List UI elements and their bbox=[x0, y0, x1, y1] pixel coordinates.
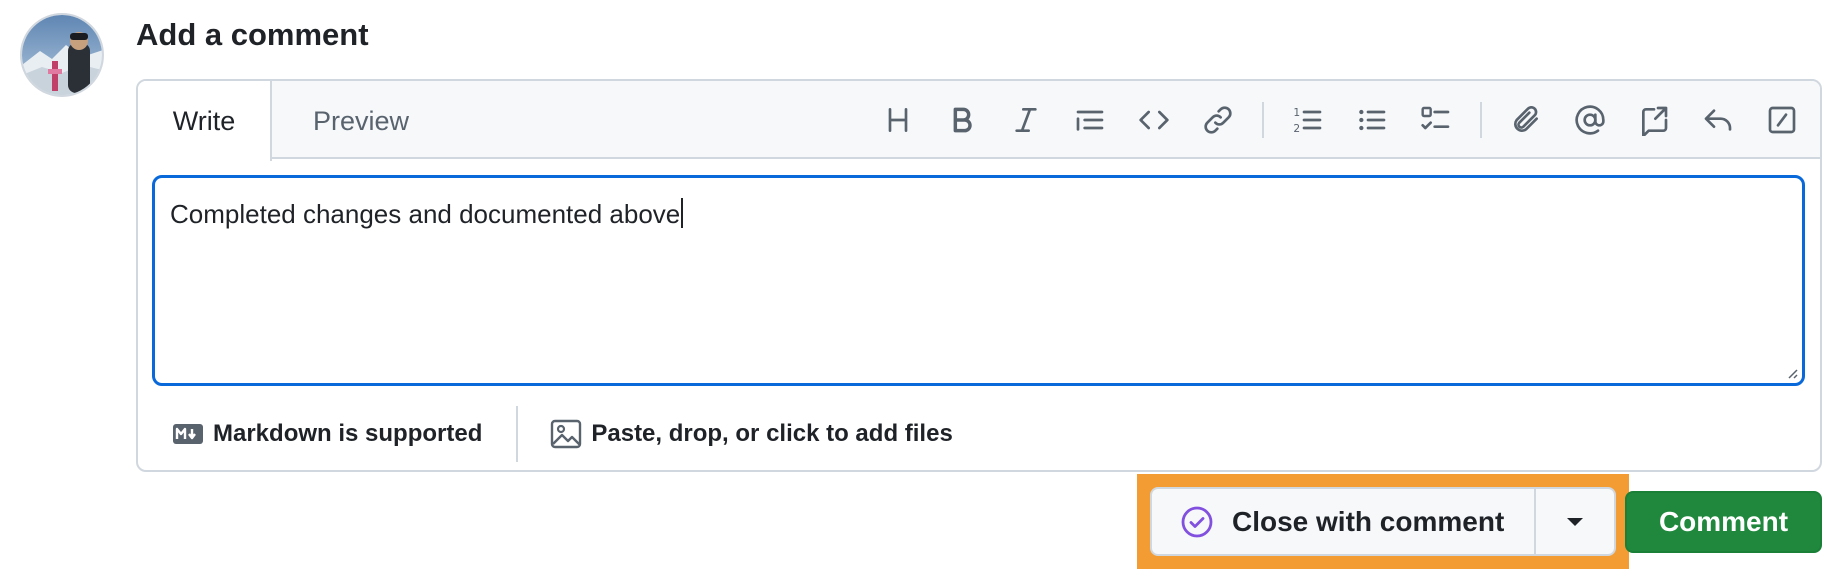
heading-icon bbox=[888, 108, 908, 132]
cross-reference-icon bbox=[1642, 106, 1668, 136]
footer-divider bbox=[516, 406, 519, 462]
attach-files-area[interactable]: Paste, drop, or click to add files bbox=[550, 419, 953, 449]
numbered-list-button[interactable]: 12 bbox=[1276, 81, 1340, 159]
quote-button[interactable] bbox=[1058, 81, 1122, 159]
editor-footer: Markdown is supported Paste, drop, or cl… bbox=[138, 399, 1820, 469]
reply-icon bbox=[1704, 109, 1732, 131]
task-list-button[interactable] bbox=[1404, 81, 1468, 159]
avatar-image bbox=[22, 15, 102, 95]
close-button-group: Close with comment bbox=[1150, 487, 1616, 556]
markdown-toolbar: 12 bbox=[866, 81, 1820, 159]
markdown-icon bbox=[173, 424, 203, 444]
code-button[interactable] bbox=[1122, 81, 1186, 159]
bold-icon bbox=[953, 107, 972, 133]
bold-button[interactable] bbox=[930, 81, 994, 159]
image-icon bbox=[551, 419, 582, 449]
tab-write[interactable]: Write bbox=[138, 81, 272, 161]
comment-button[interactable]: Comment bbox=[1625, 491, 1822, 553]
code-icon bbox=[1139, 110, 1169, 130]
slash-commands-button[interactable] bbox=[1750, 81, 1814, 159]
attach-button[interactable] bbox=[1494, 81, 1558, 159]
editor-tabbar: Write Preview 12 bbox=[138, 81, 1820, 161]
comment-text: Completed changes and documented above bbox=[170, 199, 681, 229]
close-options-dropdown[interactable] bbox=[1536, 489, 1614, 554]
highlight-box: Close with comment bbox=[1137, 474, 1629, 569]
toolbar-divider bbox=[1480, 102, 1482, 138]
paperclip-icon bbox=[1514, 105, 1538, 132]
reference-button[interactable] bbox=[1622, 81, 1686, 159]
comment-textarea[interactable]: Completed changes and documented above bbox=[152, 175, 1805, 386]
markdown-support-link[interactable]: Markdown is supported bbox=[138, 406, 482, 462]
heading-button[interactable] bbox=[866, 81, 930, 159]
unordered-list-button[interactable] bbox=[1340, 81, 1404, 159]
mention-button[interactable] bbox=[1558, 81, 1622, 159]
slash-commands-icon bbox=[1768, 106, 1796, 134]
svg-text:1: 1 bbox=[1293, 106, 1300, 119]
page-title: Add a comment bbox=[136, 17, 369, 52]
close-with-comment-button[interactable]: Close with comment bbox=[1152, 489, 1537, 554]
link-icon bbox=[1204, 106, 1232, 134]
triangle-down-icon bbox=[1567, 517, 1584, 526]
check-circle-icon bbox=[1181, 506, 1213, 537]
numbered-list-icon: 12 bbox=[1293, 106, 1322, 135]
comment-editor: Write Preview 12 Completed changes and d… bbox=[136, 79, 1822, 472]
unordered-list-icon bbox=[1359, 109, 1386, 131]
text-caret bbox=[681, 198, 684, 228]
task-list-icon bbox=[1421, 106, 1450, 130]
tab-preview[interactable]: Preview bbox=[272, 81, 450, 161]
attach-files-label: Paste, drop, or click to add files bbox=[591, 420, 953, 447]
mention-icon bbox=[1575, 105, 1605, 135]
toolbar-divider bbox=[1262, 102, 1264, 138]
italic-icon bbox=[1015, 108, 1037, 132]
quote-icon bbox=[1076, 110, 1104, 131]
resize-handle-icon[interactable] bbox=[1784, 365, 1798, 379]
avatar[interactable] bbox=[20, 13, 104, 97]
italic-button[interactable] bbox=[994, 81, 1058, 159]
link-button[interactable] bbox=[1186, 81, 1250, 159]
svg-text:2: 2 bbox=[1293, 122, 1300, 135]
markdown-support-label: Markdown is supported bbox=[213, 420, 483, 447]
saved-reply-button[interactable] bbox=[1686, 81, 1750, 159]
close-with-comment-label: Close with comment bbox=[1232, 505, 1505, 537]
